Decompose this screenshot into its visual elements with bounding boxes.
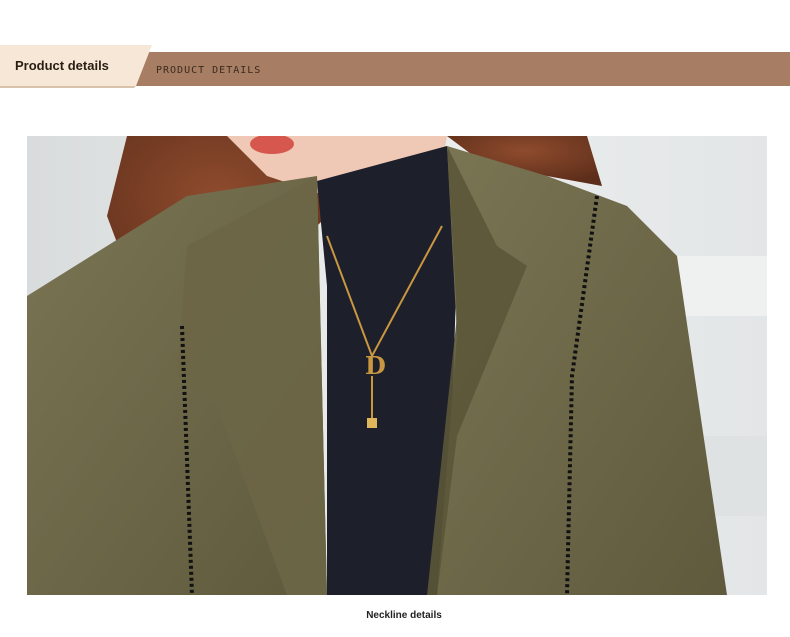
svg-text:D: D: [365, 351, 386, 380]
section-title: Product details: [15, 58, 109, 73]
banner-tab: Product details: [0, 44, 152, 88]
section-subtitle: PRODUCT DETAILS: [156, 65, 262, 76]
photo-caption: Neckline details: [366, 610, 442, 621]
section-banner: Product details PRODUCT DETAILS: [0, 44, 790, 88]
product-photo: D: [27, 136, 767, 595]
